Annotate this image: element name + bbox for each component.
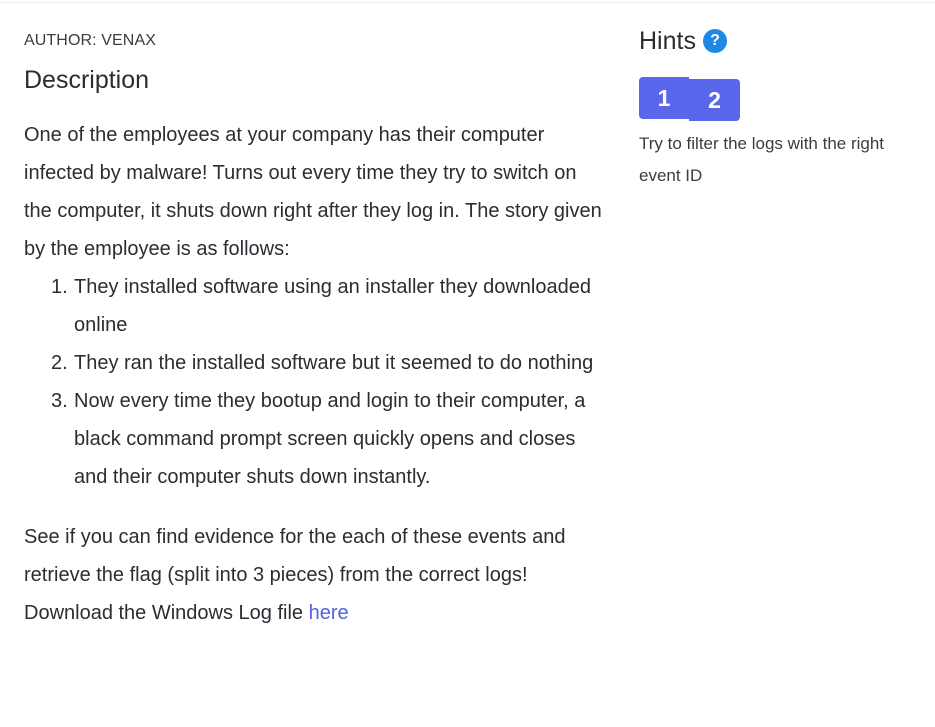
step-text: Now every time they bootup and login to … bbox=[74, 390, 586, 488]
description-outro: See if you can find evidence for the eac… bbox=[24, 518, 604, 632]
step-number: 1. bbox=[51, 276, 68, 298]
list-item: 2. They ran the installed software but i… bbox=[51, 344, 604, 382]
author-label: AUTHOR: VENAX bbox=[24, 32, 156, 49]
hint-tab-1[interactable]: 1 bbox=[639, 77, 689, 119]
hint-tabs: 1 2 bbox=[639, 77, 919, 121]
step-number: 2. bbox=[51, 352, 68, 374]
description-intro: One of the employees at your company has… bbox=[24, 124, 602, 260]
hint-tab-2[interactable]: 2 bbox=[689, 79, 740, 121]
hints-heading: Hints bbox=[639, 27, 696, 55]
hint-content: Try to filter the logs with the right ev… bbox=[639, 134, 885, 185]
description-heading: Description bbox=[24, 66, 150, 94]
step-number: 3. bbox=[51, 390, 68, 412]
outro-text: See if you can find evidence for the eac… bbox=[24, 526, 566, 586]
list-item: 3. Now every time they bootup and login … bbox=[51, 382, 604, 496]
download-prefix: Download the Windows Log file bbox=[24, 602, 309, 624]
hints-header: Hints ? bbox=[639, 26, 919, 56]
download-log-link[interactable]: here bbox=[309, 602, 349, 624]
step-text: They installed software using an install… bbox=[74, 276, 591, 336]
step-text: They ran the installed software but it s… bbox=[74, 352, 594, 374]
list-item: 1. They installed software using an inst… bbox=[51, 268, 604, 344]
question-mark-icon[interactable]: ? bbox=[702, 29, 727, 53]
challenge-description-panel: AUTHOR: VENAX Description One of the emp… bbox=[24, 30, 604, 632]
top-divider bbox=[0, 2, 935, 3]
story-steps-list: 1. They installed software using an inst… bbox=[24, 268, 604, 496]
hints-panel: Hints ? 1 2 Try to filter the logs with … bbox=[639, 26, 919, 192]
